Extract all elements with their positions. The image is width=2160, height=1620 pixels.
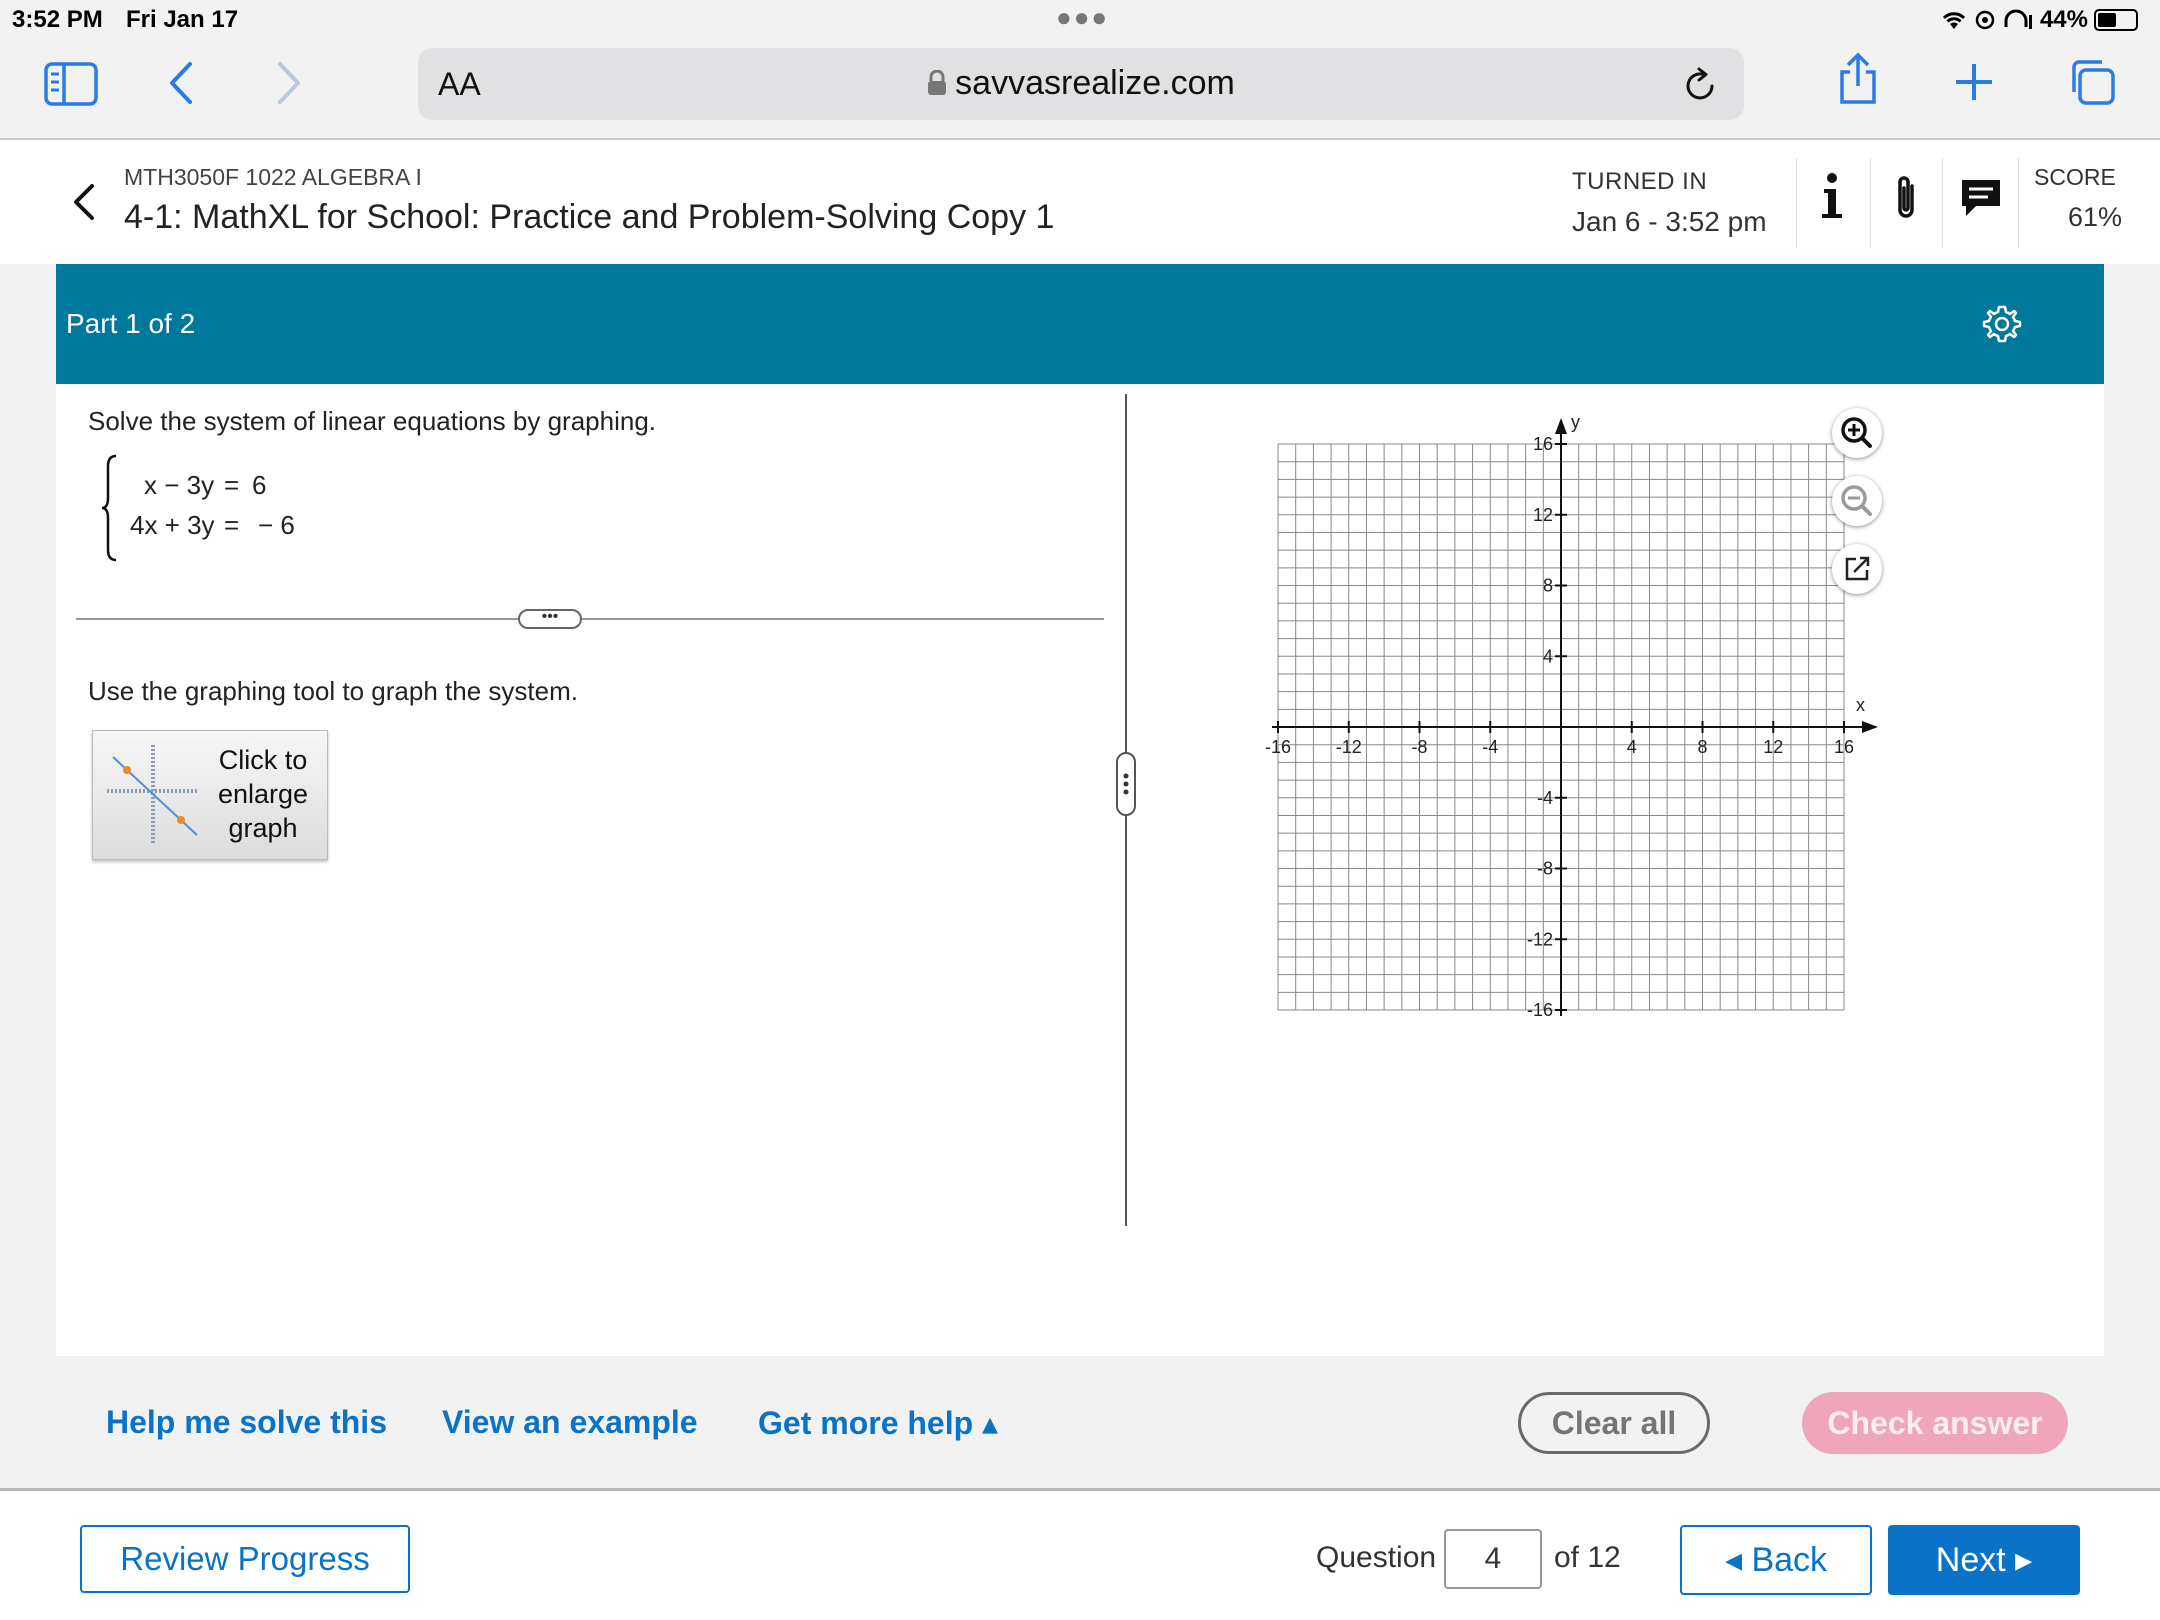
graph-instruction: Use the graphing tool to graph the syste…	[88, 676, 578, 706]
browser-back-icon[interactable]	[166, 60, 196, 106]
equation-2-lhs: 4x + 3y	[130, 510, 215, 540]
status-date: Fri Jan 17	[126, 6, 239, 33]
x-tick-label: -8	[1411, 737, 1427, 757]
x-tick-label: -16	[1265, 737, 1291, 757]
wifi-icon	[1942, 12, 1966, 29]
graph-thumbnail-icon	[107, 745, 199, 845]
x-axis-arrow	[1862, 721, 1878, 733]
question-content: Solve the system of linear equations by …	[56, 384, 2104, 1356]
reload-icon[interactable]	[1682, 66, 1718, 104]
pane-resize-handle[interactable]	[1116, 752, 1136, 816]
attachment-paperclip-icon[interactable]	[1892, 172, 1920, 222]
back-button[interactable]: ◂ Back	[1680, 1525, 1872, 1595]
tabs-overview-icon[interactable]	[2068, 58, 2116, 106]
zoom-in-button[interactable]	[1832, 408, 1882, 458]
system-brace	[101, 454, 117, 562]
open-external-button[interactable]	[1832, 544, 1882, 594]
new-tab-plus-icon[interactable]	[1954, 62, 1994, 102]
section-divider	[76, 618, 1104, 620]
view-example-link[interactable]: View an example	[442, 1404, 698, 1441]
equation-1-equals: =	[224, 470, 240, 500]
status-right: 44%	[1940, 6, 2138, 34]
graph-axes	[1272, 418, 1878, 1016]
score-label: SCORE	[2034, 164, 2116, 190]
address-bar[interactable]: AA savvasrealize.com	[418, 48, 1744, 120]
y-tick-label: -12	[1527, 929, 1553, 949]
status-time: 3:52 PM	[12, 6, 103, 33]
external-link-icon	[1845, 556, 1870, 581]
x-tick-label: 8	[1697, 737, 1707, 757]
assignment-back-icon[interactable]	[70, 182, 96, 222]
comments-icon[interactable]	[1960, 178, 2002, 218]
y-tick-label: 16	[1533, 434, 1553, 454]
equation-1-lhs: x − 3y	[144, 470, 215, 500]
x-tick-label: 12	[1763, 737, 1783, 757]
y-axis-arrow	[1555, 418, 1567, 434]
course-name: MTH3050F 1022 ALGEBRA I	[124, 164, 422, 190]
x-tick-label: -4	[1482, 737, 1498, 757]
y-tick-label: 12	[1533, 505, 1553, 525]
coordinate-graph[interactable]: -16 -12 -8 -4 4 8 12 16 16 12 8 4 -4 -8 -12 -16 x y	[1182, 408, 1902, 1028]
browser-toolbar: AA savvasrealize.com	[0, 40, 2160, 140]
help-me-solve-link[interactable]: Help me solve this	[106, 1404, 387, 1441]
footer-nav: Review Progress Question 4 of 12 ◂ Back …	[0, 1488, 2160, 1620]
turned-in-date: Jan 6 - 3:52 pm	[1572, 206, 1767, 237]
review-progress-button[interactable]: Review Progress	[80, 1525, 410, 1593]
y-tick-label: 8	[1543, 576, 1553, 596]
multitask-dots-icon[interactable]: ●●●	[1056, 2, 1109, 33]
question-prompt: Solve the system of linear equations by …	[88, 406, 657, 436]
sidebar-icon[interactable]	[44, 62, 98, 106]
check-answer-button[interactable]: Check answer	[1802, 1392, 2068, 1454]
assignment-header: MTH3050F 1022 ALGEBRA I 4-1: MathXL for …	[0, 142, 2160, 264]
y-tick-label: -16	[1527, 1000, 1553, 1020]
enlarge-graph-label: Click to enlarge graph	[217, 745, 309, 843]
part-label: Part 1 of 2	[66, 308, 196, 339]
x-tick-label: -12	[1336, 737, 1362, 757]
browser-forward-icon[interactable]	[274, 60, 304, 106]
y-axis-label: y	[1571, 412, 1580, 432]
y-tick-label: 4	[1543, 646, 1553, 666]
x-axis-label: x	[1856, 695, 1865, 715]
zoom-out-button[interactable]	[1832, 476, 1882, 526]
settings-gear-icon[interactable]	[1982, 304, 2022, 344]
part-bar: Part 1 of 2	[56, 264, 2104, 384]
lock-icon	[928, 69, 947, 95]
expand-more-button[interactable]: •••	[518, 609, 582, 629]
get-more-help-link[interactable]: Get more help ▴	[758, 1404, 998, 1442]
location-icon	[1975, 10, 1995, 30]
battery-icon	[2094, 9, 2138, 31]
status-bar: 3:52 PM Fri Jan 17 ●●● 44%	[0, 0, 2160, 40]
help-bar: Help me solve this View an example Get m…	[56, 1356, 2104, 1488]
y-tick-label: -8	[1537, 859, 1553, 879]
equation-1-rhs: 6	[252, 470, 267, 500]
x-tick-label: 16	[1834, 737, 1854, 757]
info-icon[interactable]	[1818, 172, 1846, 220]
headphones-icon	[2004, 9, 2032, 29]
question-number-input[interactable]: 4	[1444, 1529, 1542, 1589]
next-button[interactable]: Next ▸	[1888, 1525, 2080, 1595]
share-icon[interactable]	[1836, 52, 1880, 106]
score-value: 61%	[2068, 202, 2123, 232]
turned-in-label: TURNED IN	[1572, 168, 1708, 195]
y-tick-label: -4	[1537, 788, 1553, 808]
x-tick-label: 4	[1627, 737, 1637, 757]
clear-all-button[interactable]: Clear all	[1518, 1392, 1710, 1454]
zoom-out-icon	[1841, 485, 1872, 516]
enlarge-graph-button[interactable]: Click to enlarge graph	[92, 730, 328, 860]
url-text[interactable]: savvasrealize.com	[418, 64, 1744, 103]
url-label: savvasrealize.com	[955, 64, 1235, 102]
assignment-title: 4-1: MathXL for School: Practice and Pro…	[124, 198, 1055, 236]
question-label: Question	[1316, 1541, 1437, 1574]
zoom-in-icon	[1841, 417, 1872, 448]
equation-2-rhs: − 6	[258, 510, 295, 540]
battery-percent: 44%	[2039, 6, 2088, 33]
question-total: of 12	[1554, 1541, 1621, 1574]
equation-2-equals: =	[224, 510, 240, 540]
